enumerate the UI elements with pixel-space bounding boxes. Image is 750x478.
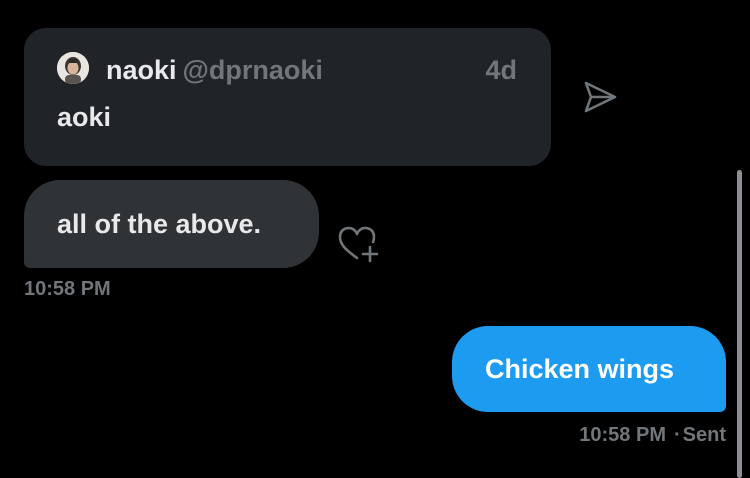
received-message-timestamp: 10:58 PM xyxy=(24,278,111,300)
sent-message-text: Chicken wings xyxy=(485,354,675,384)
quoted-post-card[interactable]: naoki @dprnaoki 4d aoki xyxy=(24,28,551,166)
delivery-status: Sent xyxy=(682,424,726,446)
quoted-post-header: naoki @dprnaoki xyxy=(106,55,323,85)
author-handle[interactable]: @dprnaoki xyxy=(183,55,323,85)
sent-message-timestamp: 10:58 PM xyxy=(579,424,666,446)
received-message-bubble[interactable]: all of the above. xyxy=(24,180,319,268)
meta-separator: · xyxy=(673,424,681,446)
send-icon[interactable] xyxy=(582,80,618,114)
quoted-post-text: aoki xyxy=(57,102,112,132)
received-message-text: all of the above. xyxy=(57,209,262,239)
scrollbar[interactable] xyxy=(737,170,742,478)
dm-conversation: naoki @dprnaoki 4d aoki all of the above.… xyxy=(0,0,750,478)
sent-message-meta: 10:58 PM · Sent xyxy=(579,423,726,447)
avatar-image xyxy=(57,52,89,84)
avatar[interactable] xyxy=(57,52,89,84)
heart-plus-icon[interactable] xyxy=(336,222,382,264)
sent-message-bubble[interactable]: Chicken wings xyxy=(452,326,726,412)
author-name[interactable]: naoki xyxy=(106,55,177,85)
post-age: 4d xyxy=(485,55,517,85)
